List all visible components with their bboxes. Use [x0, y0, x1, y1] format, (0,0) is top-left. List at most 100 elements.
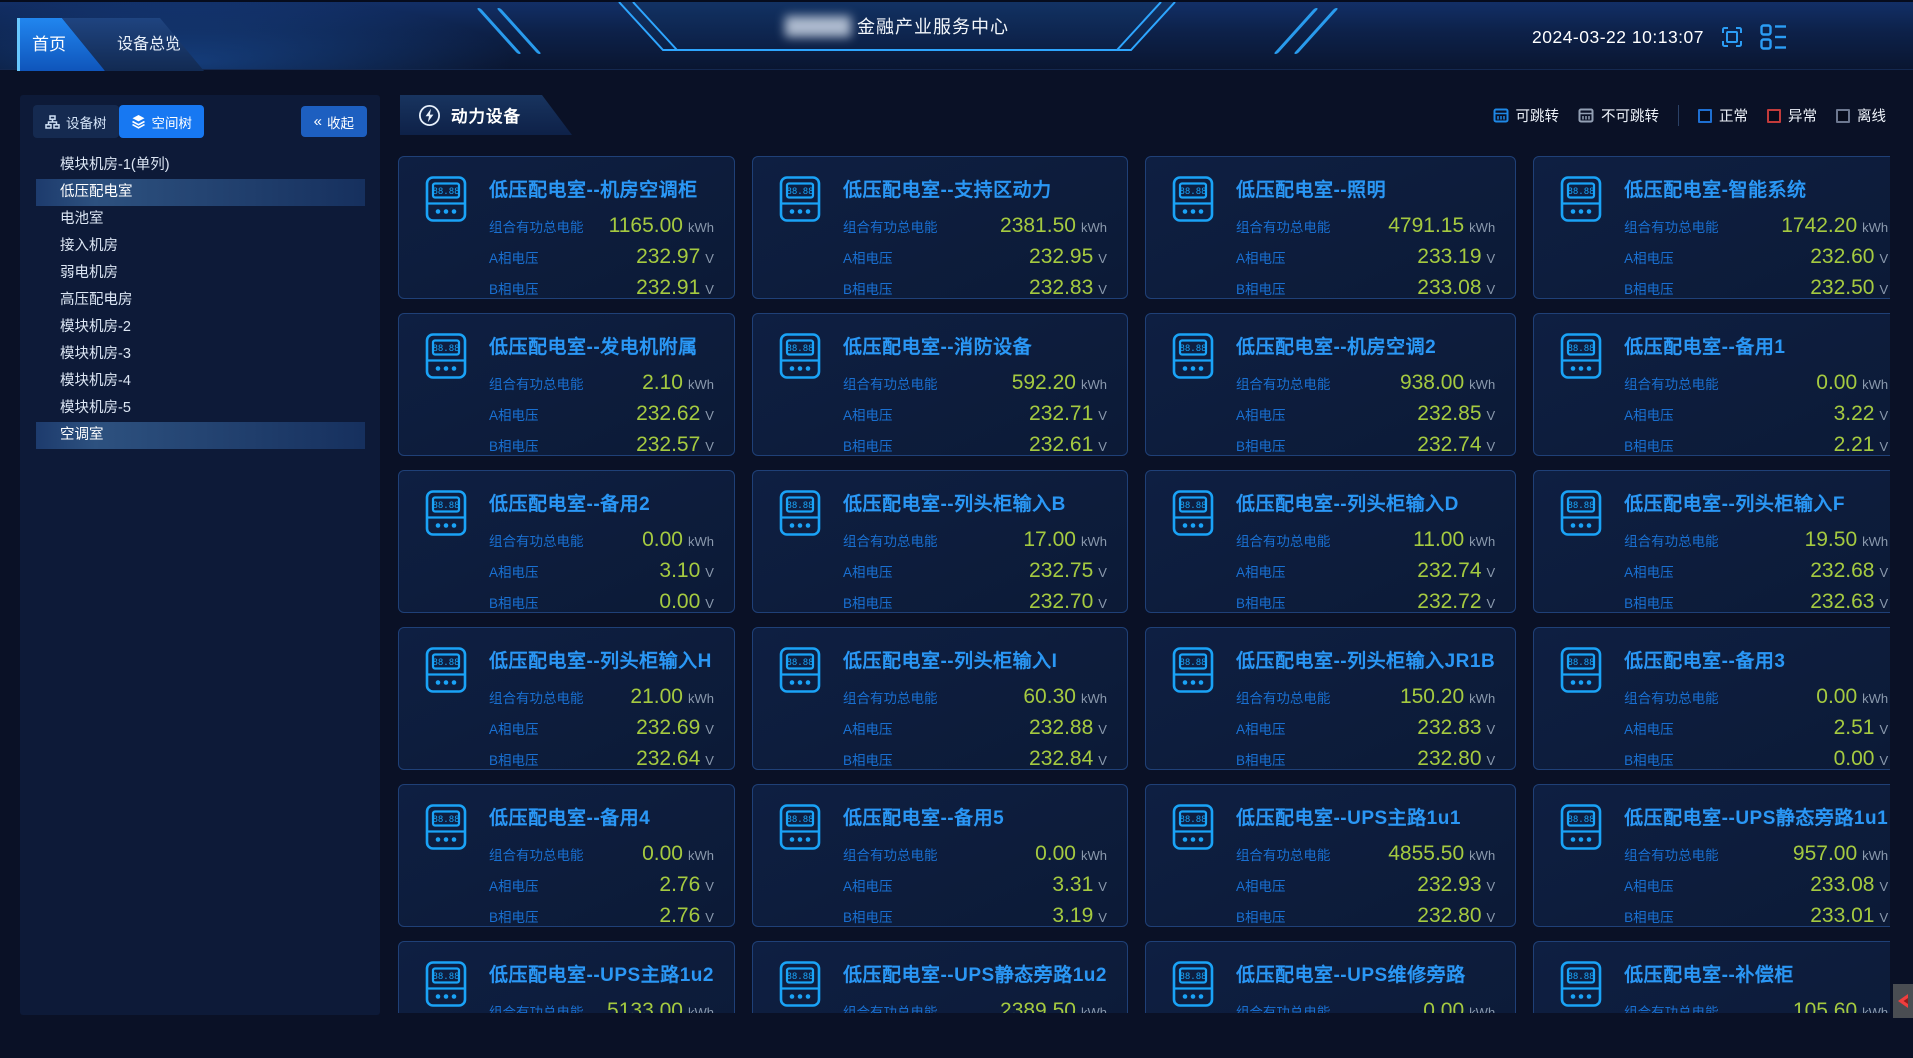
device-card[interactable]: 88.88 低压配电室--支持区动力 组合有功总电能 2381.50 kWh A… [752, 156, 1128, 299]
energy-value: 938.00 [1400, 371, 1464, 395]
space-tree-label: 空间树 [152, 112, 193, 132]
phase-b-value: 232.74 [1417, 433, 1481, 457]
device-card[interactable]: 88.88 低压配电室--列头柜输入I 组合有功总电能 60.30 kWh A相… [752, 627, 1128, 770]
phase-a-label: A相电压 [1236, 404, 1286, 424]
voltage-unit: V [1098, 722, 1107, 737]
legend-item[interactable]: 离线 [1836, 105, 1886, 126]
device-card[interactable]: 88.88 低压配电室--列头柜输入F 组合有功总电能 19.50 kWh A相… [1533, 470, 1890, 613]
device-card[interactable]: 88.88 低压配电室--备用3 组合有功总电能 0.00 kWh A相电压 2… [1533, 627, 1890, 770]
device-title: 低压配电室--照明 [1236, 175, 1495, 202]
energy-value: 2.10 [642, 371, 683, 395]
legend-label: 离线 [1857, 105, 1886, 126]
phase-a-value: 232.74 [1417, 559, 1481, 583]
phase-b-label: B相电压 [489, 749, 539, 769]
device-card[interactable]: 88.88 低压配电室--UPS静态旁路1u2 组合有功总电能 2389.50 … [752, 941, 1128, 1013]
device-tree-tab[interactable]: 设备树 [33, 105, 119, 138]
legend-item[interactable]: 不可跳转 [1578, 105, 1659, 126]
voltage-unit: V [1098, 408, 1107, 423]
sidebar-room-item[interactable]: 弱电机房 [36, 260, 365, 287]
layout-menu-icon[interactable] [1760, 24, 1787, 50]
device-title: 低压配电室--消防设备 [843, 332, 1107, 359]
device-card[interactable]: 88.88 低压配电室--UPS静态旁路1u1 组合有功总电能 957.00 k… [1533, 784, 1890, 927]
voltage-unit: V [1487, 596, 1496, 611]
phase-b-label: B相电压 [1236, 749, 1286, 769]
device-card[interactable]: 88.88 低压配电室-智能系统 组合有功总电能 1742.20 kWh A相电… [1533, 156, 1890, 299]
top-header: 首页 设备总览 金融产业服务中心 2024-03-22 10:13:07 [0, 0, 1913, 70]
meter-legend-icon [1493, 108, 1509, 123]
device-card[interactable]: 88.88 低压配电室--机房空调柜 组合有功总电能 1165.00 kWh A… [398, 156, 735, 299]
device-card[interactable]: 88.88 低压配电室--补偿柜 组合有功总电能 105.60 kWh A相电压… [1533, 941, 1890, 1013]
redacted-text-block [785, 16, 851, 37]
svg-text:88.88: 88.88 [1179, 344, 1206, 354]
device-card[interactable]: 88.88 低压配电室--UPS主路1u1 组合有功总电能 4855.50 kW… [1145, 784, 1516, 927]
legend-item[interactable]: 异常 [1767, 105, 1817, 126]
device-title: 低压配电室--UPS主路1u2 [489, 960, 714, 987]
phase-b-label: B相电压 [1624, 906, 1674, 926]
phase-b-row: B相电压 232.72 V [1236, 590, 1495, 614]
sidebar-room-item[interactable]: 电池室 [36, 206, 365, 233]
device-title: 低压配电室--列头柜输入JR1B [1236, 646, 1495, 673]
svg-text:88.88: 88.88 [1568, 344, 1595, 354]
sidebar-room-item[interactable]: 高压配电房 [36, 287, 365, 314]
device-title: 低压配电室--UPS维修旁路 [1236, 960, 1495, 987]
energy-unit: kWh [1469, 534, 1495, 549]
device-card[interactable]: 88.88 低压配电室--列头柜输入B 组合有功总电能 17.00 kWh A相… [752, 470, 1128, 613]
tree-switcher: 设备树 空间树 [33, 105, 204, 138]
sidebar-room-item[interactable]: 空调室 [36, 422, 365, 449]
energy-value: 150.20 [1400, 685, 1464, 709]
device-card[interactable]: 88.88 低压配电室--消防设备 组合有功总电能 592.20 kWh A相电… [752, 313, 1128, 456]
legend-item[interactable]: 可跳转 [1493, 105, 1560, 126]
sidebar-room-item[interactable]: 模块机房-4 [36, 368, 365, 395]
energy-value: 17.00 [1023, 528, 1076, 552]
energy-value: 592.20 [1012, 371, 1076, 395]
legend-item[interactable]: 正常 [1678, 105, 1748, 126]
device-card[interactable]: 88.88 低压配电室--备用1 组合有功总电能 0.00 kWh A相电压 3… [1533, 313, 1890, 456]
energy-value: 0.00 [642, 842, 683, 866]
electric-meter-icon: 88.88 [423, 175, 469, 223]
energy-row: 组合有功总电能 60.30 kWh [843, 685, 1107, 709]
collapse-sidebar-button[interactable]: 收起 [301, 106, 367, 137]
device-card[interactable]: 88.88 低压配电室--备用2 组合有功总电能 0.00 kWh A相电压 3… [398, 470, 735, 613]
energy-unit: kWh [688, 534, 714, 549]
energy-value: 1165.00 [609, 214, 683, 238]
electric-meter-icon: 88.88 [423, 332, 469, 380]
svg-text:88.88: 88.88 [1568, 501, 1595, 511]
energy-label: 组合有功总电能 [843, 373, 938, 393]
device-card[interactable]: 88.88 低压配电室--列头柜输入H 组合有功总电能 21.00 kWh A相… [398, 627, 735, 770]
device-card[interactable]: 88.88 低压配电室--备用5 组合有功总电能 0.00 kWh A相电压 3… [752, 784, 1128, 927]
device-card[interactable]: 88.88 低压配电室--列头柜输入JR1B 组合有功总电能 150.20 kW… [1145, 627, 1516, 770]
sidebar-room-item[interactable]: 模块机房-2 [36, 314, 365, 341]
space-tree-tab[interactable]: 空间树 [119, 105, 205, 138]
double-chevron-left-icon [314, 113, 322, 130]
phase-b-value: 232.83 [1029, 276, 1093, 300]
sidebar-room-item[interactable]: 接入机房 [36, 233, 365, 260]
voltage-unit: V [1879, 879, 1888, 894]
energy-row: 组合有功总电能 105.60 kWh [1624, 999, 1888, 1013]
diagonal-accent [476, 8, 521, 54]
sidebar-room-item[interactable]: 低压配电室 [36, 179, 365, 206]
device-card[interactable]: 88.88 低压配电室--发电机附属 组合有功总电能 2.10 kWh A相电压… [398, 313, 735, 456]
energy-unit: kWh [688, 1005, 714, 1013]
sidebar-room-item[interactable]: 模块机房-5 [36, 395, 365, 422]
device-card[interactable]: 88.88 低压配电室--机房空调2 组合有功总电能 938.00 kWh A相… [1145, 313, 1516, 456]
device-card[interactable]: 88.88 低压配电室--备用4 组合有功总电能 0.00 kWh A相电压 2… [398, 784, 735, 927]
phase-b-label: B相电压 [1236, 278, 1286, 298]
device-card[interactable]: 88.88 低压配电室--照明 组合有功总电能 4791.15 kWh A相电压… [1145, 156, 1516, 299]
device-card[interactable]: 88.88 低压配电室--UPS主路1u2 组合有功总电能 5133.00 kW… [398, 941, 735, 1013]
electric-meter-icon: 88.88 [1558, 960, 1604, 1008]
phase-b-label: B相电压 [489, 592, 539, 612]
voltage-unit: V [1098, 596, 1107, 611]
phase-a-label: A相电压 [1236, 561, 1286, 581]
sidebar-room-item[interactable]: 模块机房-3 [36, 341, 365, 368]
fullscreen-icon[interactable] [1720, 25, 1744, 49]
device-card[interactable]: 88.88 低压配电室--UPS维修旁路 组合有功总电能 0.00 kWh A相… [1145, 941, 1516, 1013]
device-card[interactable]: 88.88 低压配电室--列头柜输入D 组合有功总电能 11.00 kWh A相… [1145, 470, 1516, 613]
phase-a-row: A相电压 232.71 V [843, 402, 1107, 426]
red-arrow-marker[interactable] [1893, 984, 1913, 1018]
phase-b-row: B相电压 232.57 V [489, 433, 714, 457]
sidebar-room-item[interactable]: 模块机房-1(单列) [36, 152, 365, 179]
phase-b-row: B相电压 232.74 V [1236, 433, 1495, 457]
voltage-unit: V [1879, 910, 1888, 925]
phase-a-value: 233.19 [1417, 245, 1481, 269]
status-square-icon [1698, 109, 1712, 123]
